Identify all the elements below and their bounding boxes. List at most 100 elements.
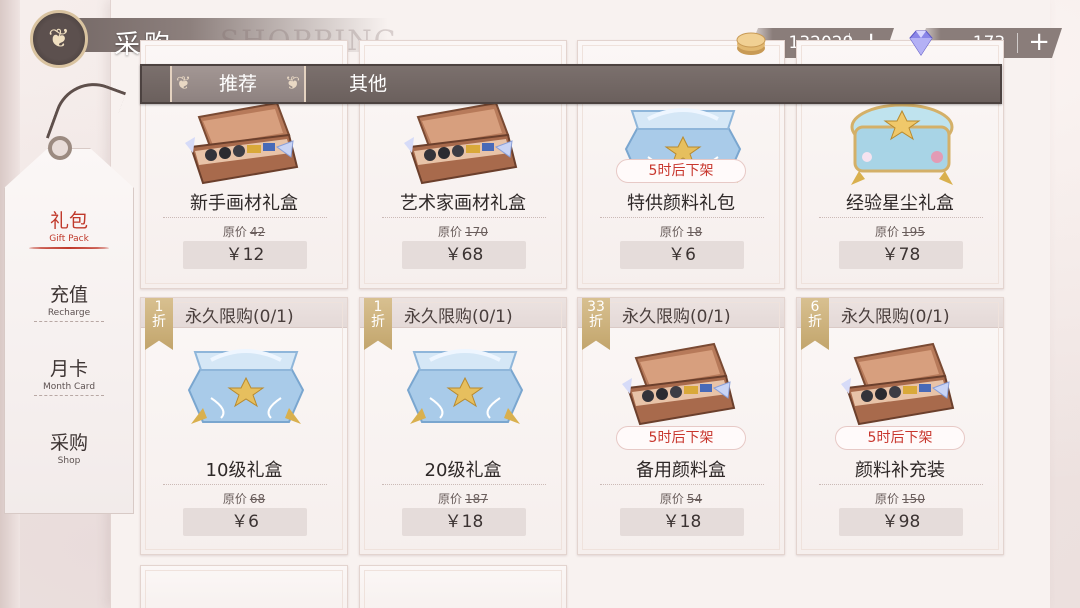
- divider: [163, 484, 327, 485]
- discount-unit: 折: [152, 314, 166, 330]
- divider: [819, 217, 983, 218]
- discount-ribbon: 6折: [801, 298, 829, 350]
- purchase-limit: 永久限购(0/1): [404, 307, 513, 327]
- original-price-value: 42: [249, 225, 266, 239]
- original-price: 原价 195: [797, 223, 1003, 240]
- gift-pack-card[interactable]: [140, 565, 348, 608]
- item-name: 特供颜料礼包: [627, 193, 735, 214]
- divider: [600, 217, 764, 218]
- buy-price-button[interactable]: ￥12: [183, 241, 307, 269]
- original-price: 原价 18: [578, 223, 784, 240]
- sidebar-item-gift-pack[interactable]: 礼包 Gift Pack: [24, 206, 114, 249]
- discount-value: 1: [373, 299, 383, 315]
- paint-box-icon: [181, 97, 311, 193]
- discount-ribbon: 1折: [364, 298, 392, 350]
- timer-badge: 5时后下架: [616, 426, 746, 450]
- buy-price-button[interactable]: ￥78: [839, 241, 963, 269]
- discount-ribbon: 33 折: [582, 298, 610, 350]
- item-name: 经验星尘礼盒: [846, 193, 954, 214]
- buy-price-button[interactable]: ￥68: [402, 241, 526, 269]
- tab-other[interactable]: 其他: [300, 66, 436, 102]
- discount-unit: 折: [808, 314, 822, 330]
- original-price-value: 54: [686, 492, 703, 506]
- tab-recommended[interactable]: 推荐: [170, 66, 306, 102]
- divider: [34, 321, 104, 322]
- gift-pack-card[interactable]: 1 折永久限购(0/1) 10级礼盒 原价 68 ￥6: [140, 297, 348, 555]
- active-underline: [29, 247, 109, 249]
- original-price-label: 原价: [222, 225, 247, 239]
- purchase-limit: 永久限购(0/1): [622, 307, 731, 327]
- item-name: 备用颜料盒: [636, 460, 726, 481]
- discount-value: 6: [810, 299, 820, 315]
- discount-value: 33: [587, 299, 605, 315]
- divider: [382, 484, 546, 485]
- add-gems-button[interactable]: +: [1028, 29, 1050, 55]
- sidebar-item-label: 充值: [49, 284, 88, 306]
- crystal-chest-icon: [837, 97, 967, 193]
- item-name: 10级礼盒: [205, 460, 283, 481]
- divider: [819, 484, 983, 485]
- item-name: 20级礼盒: [424, 460, 502, 481]
- discount-value: 1: [154, 299, 164, 315]
- item-name: 新手画材礼盒: [190, 193, 298, 214]
- butterfly-icon: ❦: [48, 24, 70, 54]
- original-price-label: 原价: [438, 492, 463, 506]
- discount-unit: 折: [371, 314, 385, 330]
- buy-price-button[interactable]: ￥18: [620, 508, 744, 536]
- original-price: 原价 187: [360, 490, 566, 507]
- original-price: 原价 150: [797, 490, 1003, 507]
- buy-price-button[interactable]: ￥6: [183, 508, 307, 536]
- divider: [34, 395, 104, 396]
- gift-pack-card[interactable]: 6 折永久限购(0/1) 5时后下架 颜料补充装 原价 150 ￥98: [796, 297, 1004, 555]
- original-price-label: 原价: [438, 225, 463, 239]
- original-price: 原价 68: [141, 490, 347, 507]
- buy-price-button[interactable]: ￥18: [402, 508, 526, 536]
- paint-box-icon: [618, 338, 748, 434]
- original-price-label: 原价: [659, 492, 684, 506]
- original-price: 原价 42: [141, 223, 347, 240]
- divider: [163, 217, 327, 218]
- divider: [382, 217, 546, 218]
- original-price-value: 150: [902, 492, 925, 506]
- item-name: 艺术家画材礼盒: [400, 193, 526, 214]
- sidebar-item-label: 采购: [49, 432, 88, 454]
- buy-price-button[interactable]: ￥6: [620, 241, 744, 269]
- paint-box-icon: [400, 97, 530, 193]
- tab-bar: 推荐 其他: [140, 64, 1002, 104]
- timer-badge: 5时后下架: [616, 159, 746, 183]
- original-price-value: 187: [465, 492, 488, 506]
- timer-badge: 5时后下架: [835, 426, 965, 450]
- original-price-label: 原价: [659, 225, 684, 239]
- original-price-label: 原价: [222, 492, 247, 506]
- sidebar-item-shop[interactable]: 采购 Shop: [24, 428, 114, 466]
- purchase-limit: 永久限购(0/1): [841, 307, 950, 327]
- purchase-limit: 永久限购(0/1): [185, 307, 294, 327]
- discount-unit: 折: [589, 314, 603, 330]
- original-price-value: 18: [686, 225, 703, 239]
- original-price-value: 170: [465, 225, 488, 239]
- divider: [600, 484, 764, 485]
- gift-pack-card[interactable]: 1 折永久限购(0/1) 20级礼盒 原价 187 ￥18: [359, 297, 567, 555]
- discount-ribbon: 1折: [145, 298, 173, 350]
- gift-pack-card[interactable]: 33 折永久限购(0/1) 5时后下架 备用颜料盒 原价 54 ￥18: [577, 297, 785, 555]
- buy-price-button[interactable]: ￥98: [839, 508, 963, 536]
- sidebar-item-month-card[interactable]: 月卡 Month Card: [24, 354, 114, 396]
- sidebar-item-recharge[interactable]: 充值 Recharge: [24, 280, 114, 322]
- coin-stack-icon: [736, 32, 766, 55]
- sidebar-item-sublabel: Recharge: [47, 308, 91, 318]
- original-price-value: 68: [249, 492, 266, 506]
- original-price-label: 原价: [875, 492, 900, 506]
- sidebar-item-sublabel: Shop: [57, 456, 81, 466]
- sidebar-item-label: 礼包: [49, 210, 88, 232]
- sidebar-item-label: 月卡: [49, 358, 88, 380]
- butterfly-back-button[interactable]: ❦: [30, 10, 88, 68]
- diamond-icon: [909, 30, 933, 56]
- gem-separator: [1017, 33, 1018, 53]
- item-name: 颜料补充装: [855, 460, 945, 481]
- blue-gift-box-icon: [181, 338, 311, 434]
- sidebar-item-sublabel: Gift Pack: [49, 234, 89, 244]
- blue-gift-box-icon: [400, 338, 530, 434]
- tag-eyelet: [48, 136, 72, 160]
- gift-pack-card[interactable]: [359, 565, 567, 608]
- sidebar-item-sublabel: Month Card: [42, 382, 96, 392]
